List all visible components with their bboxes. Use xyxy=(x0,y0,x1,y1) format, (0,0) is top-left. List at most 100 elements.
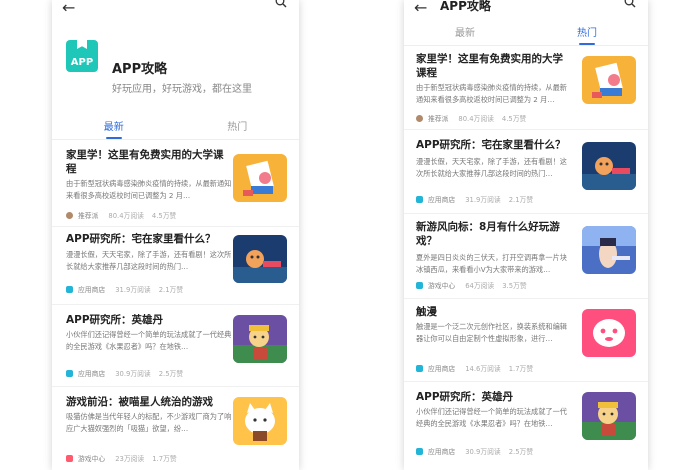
article-desc: 小伙伴们还记得曾经一个简单的玩法成就了一代经典的全民游戏《水果忍者》吗？在地铁… xyxy=(416,407,567,428)
like-count: 4.5万赞 xyxy=(501,115,527,123)
article-title: APP研究所：英雄丹 xyxy=(416,391,514,403)
article-source: 推荐派 xyxy=(428,115,449,123)
article-thumbnail xyxy=(233,397,287,445)
author-avatar xyxy=(416,114,423,122)
article-source: 应用商店 xyxy=(78,370,106,378)
article-title: 家里学！这里有免费实用的大学课程 xyxy=(66,149,224,175)
article-meta: 推荐派 80.4万阅读 4.5万赞 xyxy=(416,113,526,123)
view-count: 80.4万阅读 xyxy=(458,115,494,123)
view-count: 80.4万阅读 xyxy=(108,212,144,220)
article-thumbnail xyxy=(233,235,287,283)
article-title: 游戏前沿：被喵星人统治的游戏 xyxy=(66,396,213,408)
list-item[interactable]: 家里学！这里有免费实用的大学课程 由于新型冠状病毒感染肺炎疫情的持续，从最新通知… xyxy=(52,140,299,227)
view-count: 31.9万阅读 xyxy=(465,196,501,204)
article-meta: 应用商店 14.6万阅读 1.7万赞 xyxy=(416,363,533,373)
like-count: 1.7万赞 xyxy=(508,365,534,373)
list-item[interactable]: 游戏前沿：被喵星人统治的游戏 吸猫仿佛是当代年轻人的标配，不少游戏厂商为了响应广… xyxy=(52,387,299,470)
article-source: 游戏中心 xyxy=(78,455,106,463)
article-source: 推荐派 xyxy=(78,212,99,220)
article-title: 新游风向标：8月有什么好玩游戏？ xyxy=(416,221,560,247)
list-item[interactable]: APP研究所：宅在家里看什么？ 漫漫长假，天天宅家，除了手游，还有看剧！这次所长… xyxy=(404,130,648,214)
like-count: 3.5万赞 xyxy=(502,282,527,290)
view-count: 30.9万阅读 xyxy=(465,448,501,456)
tab-hot[interactable]: 热门 xyxy=(526,24,648,45)
search-icon[interactable] xyxy=(275,0,287,8)
game-center-icon xyxy=(416,281,423,289)
page-title: APP攻略 xyxy=(112,62,168,77)
list-item[interactable]: APP研究所：英雄丹 小伙伴们还记得曾经一个简单的玩法成就了一代经典的全民游戏《… xyxy=(52,305,299,387)
article-title: APP研究所：英雄丹 xyxy=(66,314,164,326)
view-count: 64万阅读 xyxy=(465,282,495,290)
tab-hot[interactable]: 热门 xyxy=(176,118,300,139)
author-avatar xyxy=(66,211,73,219)
like-count: 2.1万赞 xyxy=(158,286,184,294)
article-title: 家里学！这里有免费实用的大学课程 xyxy=(416,53,563,79)
app-header: APP APP攻略 好玩应用，好玩游戏，都在这里 xyxy=(52,18,299,95)
page-title: APP攻略 xyxy=(440,0,491,13)
article-desc: 吸猫仿佛是当代年轻人的标配，不少游戏厂商为了响应广大猫奴强烈的「吸猫」欲望，纷… xyxy=(66,412,232,433)
phone-screen-left: ← APP APP攻略 好玩应用，好玩游戏，都在这里 最新 热门 家里学！这里有… xyxy=(52,0,299,470)
article-source: 应用商店 xyxy=(428,365,456,373)
page-subtitle: 好玩应用，好玩游戏，都在这里 xyxy=(112,84,252,95)
article-meta: 应用商店 31.9万阅读 2.1万赞 xyxy=(416,194,533,204)
article-desc: 漫漫长假，天天宅家，除了手游，还有看剧！这次所长就给大家推荐几部这段时间的热门… xyxy=(66,250,232,271)
list-item[interactable]: 新游风向标：8月有什么好玩游戏？ 夏外是四日炎炎的三伏天，打开空调再拿一片块冰镇… xyxy=(404,214,648,299)
article-desc: 小伙伴们还记得曾经一个简单的玩法成就了一代经典的全民游戏《水果忍者》吗？在地铁… xyxy=(66,330,232,351)
store-icon xyxy=(416,364,423,372)
article-source: 应用商店 xyxy=(78,286,106,294)
app-logo: APP xyxy=(66,40,98,72)
view-count: 14.6万阅读 xyxy=(465,365,501,373)
store-icon xyxy=(66,369,73,377)
view-count: 23万阅读 xyxy=(115,455,145,463)
top-bar: ← xyxy=(52,0,299,18)
article-meta: 应用商店 30.9万阅读 2.5万赞 xyxy=(66,368,183,378)
like-count: 2.5万赞 xyxy=(508,448,534,456)
store-icon xyxy=(416,195,423,203)
article-desc: 由于新型冠状病毒感染肺炎疫情的持续，从最新通知来看很多高校返校时间已调整为 2 … xyxy=(66,179,232,200)
article-desc: 夏外是四日炎炎的三伏天，打开空调再拿一片块冰镇西瓜，来看看小V为大家带来的游戏… xyxy=(416,253,567,274)
article-thumbnail xyxy=(582,309,636,357)
article-meta: 游戏中心 64万阅读 3.5万赞 xyxy=(416,280,527,290)
like-count: 2.1万赞 xyxy=(508,196,534,204)
article-title: APP研究所：宅在家里看什么？ xyxy=(416,139,566,151)
game-center-icon xyxy=(66,454,73,462)
article-meta: 推荐派 80.4万阅读 4.5万赞 xyxy=(66,210,176,220)
article-thumbnail xyxy=(582,56,636,104)
like-count: 2.5万赞 xyxy=(158,370,184,378)
list-item[interactable]: APP研究所：宅在家里看什么？ 漫漫长假，天天宅家，除了手游，还有看剧！这次所长… xyxy=(52,227,299,305)
article-title: APP研究所：宅在家里看什么？ xyxy=(66,233,216,245)
store-icon xyxy=(66,285,73,293)
article-meta: 应用商店 31.9万阅读 2.1万赞 xyxy=(66,284,183,294)
article-meta: 游戏中心 23万阅读 1.7万赞 xyxy=(66,453,177,463)
article-thumbnail xyxy=(582,142,636,190)
tab-latest[interactable]: 最新 xyxy=(404,24,526,45)
view-count: 31.9万阅读 xyxy=(115,286,151,294)
article-thumbnail xyxy=(582,226,636,274)
list-item[interactable]: 家里学！这里有免费实用的大学课程 由于新型冠状病毒感染肺炎疫情的持续，从最新通知… xyxy=(404,46,648,130)
top-bar: ← APP攻略 xyxy=(404,0,648,18)
article-thumbnail xyxy=(233,315,287,363)
back-arrow-icon[interactable]: ← xyxy=(62,0,75,17)
article-source: 应用商店 xyxy=(428,448,456,456)
like-count: 4.5万赞 xyxy=(151,212,177,220)
article-title: 触漫 xyxy=(416,306,437,318)
article-desc: 漫漫长假，天天宅家，除了手游，还有看剧！这次所长就给大家推荐几部这段时间的热门… xyxy=(416,157,567,178)
article-meta: 应用商店 30.9万阅读 2.5万赞 xyxy=(416,446,533,456)
store-icon xyxy=(416,447,423,455)
like-count: 1.7万赞 xyxy=(152,455,177,463)
tab-bar: 最新 热门 xyxy=(52,118,299,139)
tab-bar: 最新 热门 xyxy=(404,24,648,45)
article-source: 应用商店 xyxy=(428,196,456,204)
article-thumbnail xyxy=(233,154,287,202)
search-icon[interactable] xyxy=(624,0,636,8)
article-desc: 触漫是一个泛二次元创作社区，换装系统和编辑器让你可以自由定制个性虚拟形象，进行… xyxy=(416,322,567,343)
article-source: 游戏中心 xyxy=(428,282,456,290)
article-desc: 由于新型冠状病毒感染肺炎疫情的持续，从最新通知来看很多高校返校时间已调整为 2 … xyxy=(416,83,567,104)
list-item[interactable]: 触漫 触漫是一个泛二次元创作社区，换装系统和编辑器让你可以自由定制个性虚拟形象，… xyxy=(404,299,648,382)
view-count: 30.9万阅读 xyxy=(115,370,151,378)
article-thumbnail xyxy=(582,392,636,440)
back-arrow-icon[interactable]: ← xyxy=(414,0,427,17)
phone-screen-right: ← APP攻略 最新 热门 家里学！这里有免费实用的大学课程 由于新型冠状病毒感… xyxy=(404,0,648,470)
list-item[interactable]: APP研究所：英雄丹 小伙伴们还记得曾经一个简单的玩法成就了一代经典的全民游戏《… xyxy=(404,382,648,470)
tab-latest[interactable]: 最新 xyxy=(52,118,176,139)
